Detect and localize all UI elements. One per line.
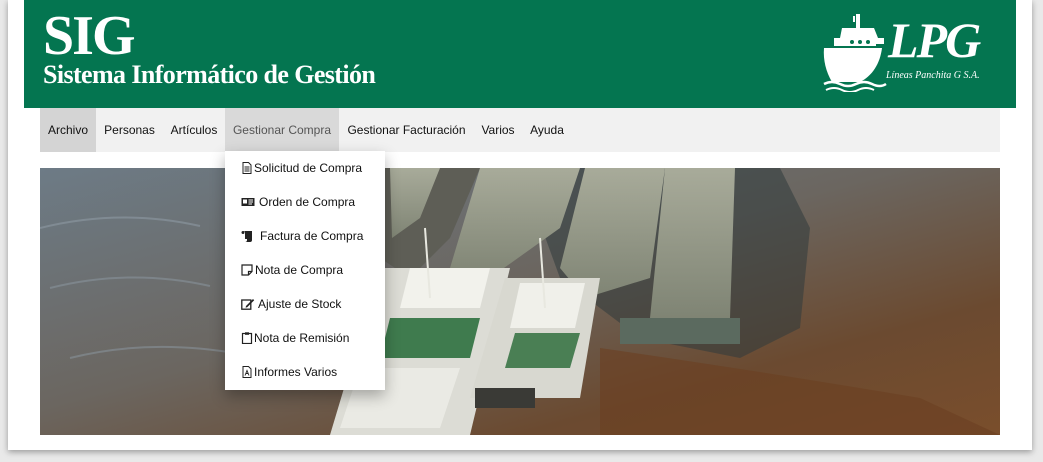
dropdown-label: Ajuste de Stock [258, 297, 342, 311]
dropdown-label: Nota de Remisión [254, 331, 350, 345]
app-title: Sistema Informático de Gestión [43, 60, 376, 89]
dropdown-label: Factura de Compra [260, 229, 364, 243]
edit-icon [241, 299, 255, 310]
dropdown-label: Solicitud de Compra [254, 161, 363, 175]
dropdown-label: Nota de Compra [255, 263, 344, 277]
barges-photo [40, 168, 1000, 435]
sticky-note-icon [241, 264, 253, 276]
scroll-icon [241, 231, 252, 242]
ship-icon [823, 14, 887, 92]
menu-item-nota-remision[interactable]: Nota de Remisión [225, 321, 385, 355]
company-logo: LPG Líneas Panchita G S.A. [820, 10, 1010, 98]
menu-articulos[interactable]: Artículos [163, 108, 225, 152]
menu-item-informes-varios[interactable]: Informes Varios [225, 355, 385, 389]
menu-gestionar-facturacion[interactable]: Gestionar Facturación [339, 108, 474, 152]
pdf-file-icon [242, 366, 252, 378]
menu-personas[interactable]: Personas [96, 108, 163, 152]
main-menu: Archivo Personas Artículos Gestionar Com… [40, 108, 1000, 152]
gestionar-compra-dropdown: Solicitud de Compra Orden de Compra Fact… [225, 151, 385, 390]
menu-item-solicitud-compra[interactable]: Solicitud de Compra [225, 151, 385, 185]
clipboard-icon [241, 332, 253, 344]
dropdown-label: Orden de Compra [259, 195, 356, 209]
id-card-icon [241, 198, 255, 206]
menu-gestionar-compra[interactable]: Gestionar Compra [225, 108, 339, 152]
app-abbrev: SIG [43, 5, 135, 67]
menu-varios[interactable]: Varios [474, 108, 522, 152]
app-header: SIG Sistema Informático de Gestión LPG L… [24, 0, 1016, 108]
menu-item-orden-compra[interactable]: Orden de Compra [225, 185, 385, 219]
logo-text: LPG [888, 12, 981, 68]
logo-subtitle: Líneas Panchita G S.A. [886, 70, 980, 81]
hero-image [40, 168, 1000, 435]
document-icon [242, 162, 252, 174]
menu-ayuda[interactable]: Ayuda [522, 108, 572, 152]
menu-item-factura-compra[interactable]: Factura de Compra [225, 219, 385, 253]
menu-item-ajuste-stock[interactable]: Ajuste de Stock [225, 287, 385, 321]
menu-archivo[interactable]: Archivo [40, 108, 96, 152]
menu-item-nota-compra[interactable]: Nota de Compra [225, 253, 385, 287]
dropdown-label: Informes Varios [254, 365, 338, 379]
